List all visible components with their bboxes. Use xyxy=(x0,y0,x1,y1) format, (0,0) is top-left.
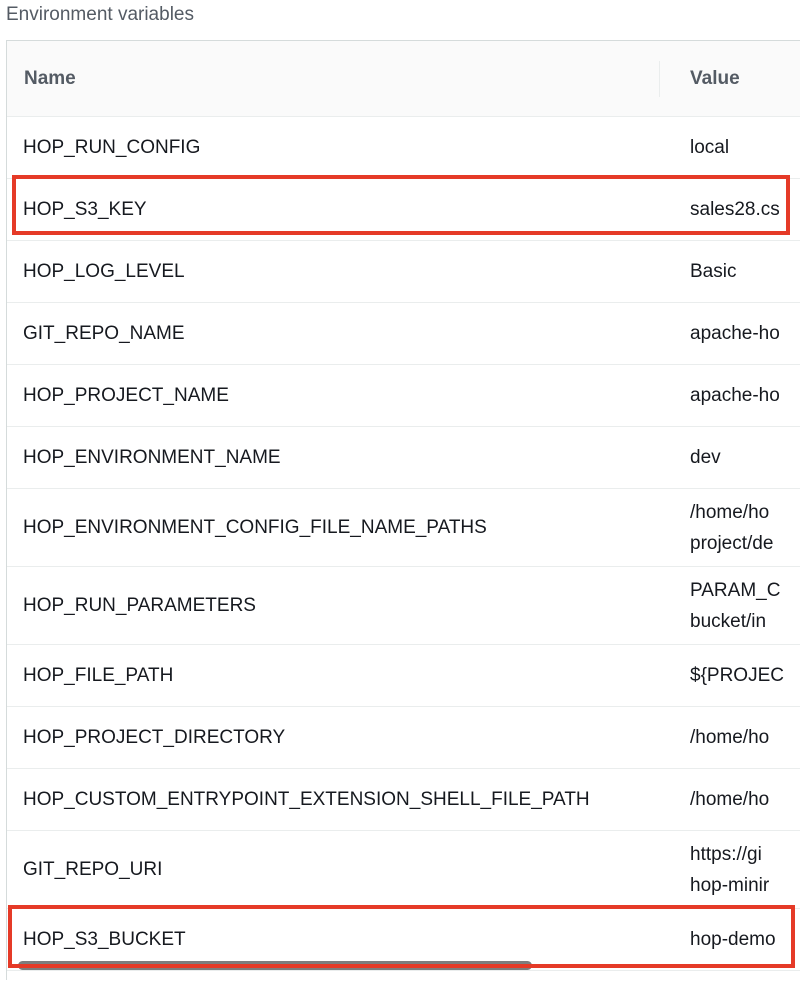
table-row[interactable]: HOP_PROJECT_DIRECTORY/home/ho xyxy=(7,707,800,769)
cell-value-line: /home/ho xyxy=(690,501,770,523)
horizontal-scrollbar[interactable] xyxy=(18,961,532,970)
cell-value-line: https://gi xyxy=(690,843,762,865)
cell-variable-value: /home/ho project/de xyxy=(690,489,773,566)
table-row[interactable]: HOP_FILE_PATH ${PROJEC xyxy=(7,645,800,707)
environment-variables-table: Name Value HOP_RUN_CONFIG local HOP_S3_KEY… xyxy=(6,40,800,980)
cell-variable-value: https://gi hop-minir xyxy=(690,831,769,908)
table-header: Name Value xyxy=(7,41,800,117)
cell-value-line: Basic xyxy=(690,261,737,282)
cell-value-line: sales28.cs xyxy=(690,199,780,220)
table-row[interactable]: HOP_RUN_PARAMETERS PARAM_C bucket/in xyxy=(7,567,800,645)
cell-variable-name: HOP_ENVIRONMENT_NAME xyxy=(23,446,281,468)
cell-variable-value: ${PROJEC xyxy=(690,645,784,706)
cell-variable-name: HOP_FILE_PATH xyxy=(23,664,174,686)
cell-variable-name: HOP_CUSTOM_ENTRYPOINT_EXTENSION_SHELL_FI… xyxy=(23,788,590,810)
table-row[interactable]: HOP_RUN_CONFIG local xyxy=(7,117,800,179)
table-row[interactable]: HOP_ENVIRONMENT_NAME dev xyxy=(7,427,800,489)
cell-variable-name: HOP_PROJECT_NAME xyxy=(23,384,229,406)
cell-variable-value: hop-demo xyxy=(690,909,776,970)
column-header-value[interactable]: Value xyxy=(690,41,740,117)
cell-value-line: /home/ho xyxy=(690,789,770,810)
cell-variable-name: HOP_LOG_LEVEL xyxy=(23,260,185,282)
table-row[interactable]: GIT_REPO_NAME apache-ho xyxy=(7,303,800,365)
cell-variable-value: dev xyxy=(690,427,721,488)
cell-variable-value: apache-ho xyxy=(690,365,780,426)
table-row[interactable]: HOP_CUSTOM_ENTRYPOINT_EXTENSION_SHELL_FI… xyxy=(7,769,800,831)
section-title: Environment variables xyxy=(6,4,194,25)
cell-value-line: hop-demo xyxy=(690,929,776,950)
cell-value-line: PARAM_C xyxy=(690,579,781,601)
cell-value-line: apache-ho xyxy=(690,323,780,344)
cell-variable-name: GIT_REPO_URI xyxy=(23,858,163,880)
cell-value-line: bucket/in xyxy=(690,610,767,632)
cell-variable-value: sales28.cs xyxy=(690,179,780,240)
cell-variable-value: /home/ho xyxy=(690,769,769,830)
cell-value-line: hop-minir xyxy=(690,874,770,896)
cell-variable-value: PARAM_C bucket/in xyxy=(690,567,780,644)
table-body: HOP_RUN_CONFIG local HOP_S3_KEY sales28.cs H… xyxy=(7,117,800,971)
cell-variable-name: HOP_PROJECT_DIRECTORY xyxy=(23,726,286,748)
cell-variable-value: apache-ho xyxy=(690,303,780,364)
table-row[interactable]: HOP_PROJECT_NAME apache-ho xyxy=(7,365,800,427)
table-row[interactable]: GIT_REPO_URI https://gi hop-minir xyxy=(7,831,800,909)
cell-variable-name: GIT_REPO_NAME xyxy=(23,322,185,344)
column-resize-handle[interactable] xyxy=(659,61,660,97)
table-row[interactable]: HOP_S3_KEY sales28.cs xyxy=(7,179,800,241)
table-row[interactable]: HOP_ENVIRONMENT_CONFIG_FILE_NAME_PATHS/h… xyxy=(7,489,800,567)
cell-variable-value: Basic xyxy=(690,241,736,302)
cell-value-line: dev xyxy=(690,447,721,468)
table-row[interactable]: HOP_LOG_LEVEL Basic xyxy=(7,241,800,303)
cell-value-line: /home/ho xyxy=(690,727,770,748)
cell-variable-name: HOP_RUN_CONFIG xyxy=(23,136,201,158)
cell-variable-value: local xyxy=(690,117,729,178)
cell-value-line: apache-ho xyxy=(690,385,780,406)
cell-variable-name: HOP_ENVIRONMENT_CONFIG_FILE_NAME_PATHS xyxy=(23,516,487,538)
cell-variable-name: HOP_RUN_PARAMETERS xyxy=(23,594,256,616)
cell-value-line: local xyxy=(690,137,730,158)
cell-variable-name: HOP_S3_KEY xyxy=(23,198,147,220)
cell-value-line: ${PROJEC xyxy=(690,665,784,686)
cell-value-line: project/de xyxy=(690,532,774,554)
cell-variable-value: /home/ho xyxy=(690,707,769,768)
column-header-name[interactable]: Name xyxy=(24,41,76,117)
